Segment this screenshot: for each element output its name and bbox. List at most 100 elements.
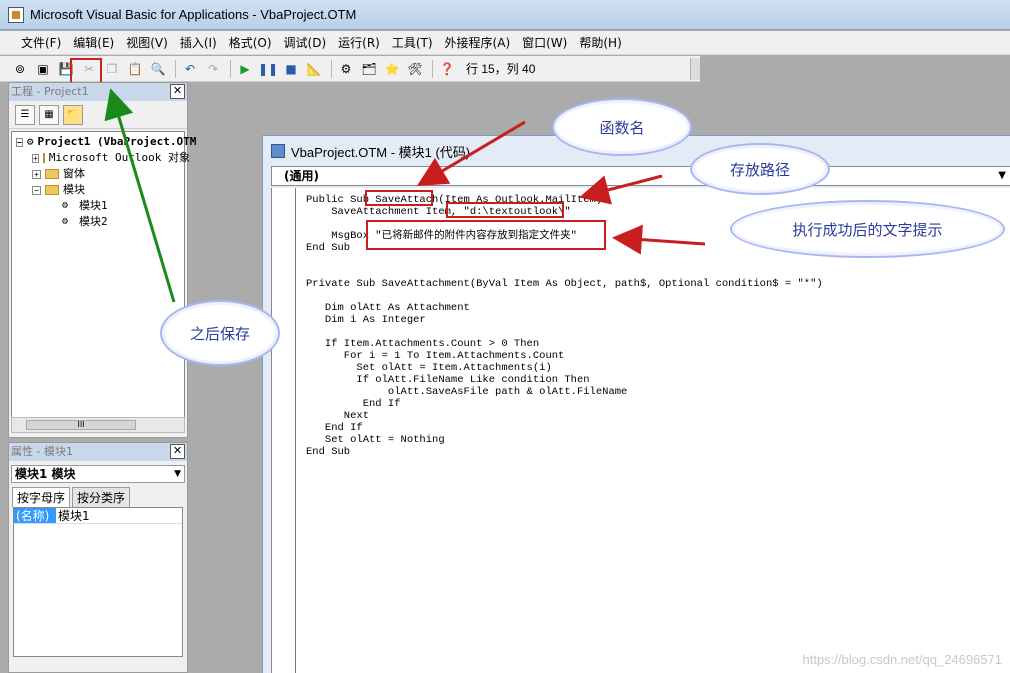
- collapse-icon[interactable]: −: [32, 185, 41, 195]
- break-icon[interactable]: ❚❚: [258, 59, 278, 79]
- callout-success-text: 执行成功后的文字提示: [730, 200, 1005, 258]
- window-title: Microsoft Visual Basic for Applications …: [30, 7, 357, 22]
- view-object-icon[interactable]: ▦: [39, 104, 59, 125]
- message-highlight: [366, 220, 606, 250]
- code-line[interactable]: Next: [306, 410, 823, 422]
- project-tree: − ⚙ Project1 (VbaProject.OTM) + Microsof…: [11, 131, 203, 419]
- toolbox-icon[interactable]: 🛠: [405, 59, 425, 79]
- object-browser-icon[interactable]: ⭐: [382, 59, 402, 79]
- code-line[interactable]: End If: [306, 398, 823, 410]
- module-icon: ⚙: [62, 200, 69, 211]
- tree-item-label: Project1 (VbaProject.OTM): [37, 135, 204, 148]
- code-line[interactable]: [306, 266, 823, 278]
- view-code-icon[interactable]: ☰: [15, 104, 35, 125]
- tab-alphabetic[interactable]: 按字母序: [12, 487, 71, 507]
- callout-function-name: 函数名: [552, 98, 692, 156]
- properties-tabs: 按字母序 按分类序: [9, 487, 187, 507]
- margin-indicator-bar[interactable]: [272, 188, 296, 673]
- menu-insert[interactable]: 插入(I): [175, 32, 222, 54]
- tab-categorized[interactable]: 按分类序: [72, 487, 131, 507]
- menu-window[interactable]: 窗口(W): [517, 32, 572, 54]
- cursor-position: 行 15，列 40: [466, 62, 536, 76]
- properties-grid: (名称) 模块1: [13, 507, 183, 657]
- code-line[interactable]: Set olAtt = Nothing: [306, 434, 823, 446]
- tree-item-label: 模块: [63, 183, 85, 196]
- callout-text: 执行成功后的文字提示: [792, 220, 943, 239]
- menu-tools[interactable]: 工具(T): [387, 32, 438, 54]
- design-mode-icon[interactable]: 📐: [304, 59, 324, 79]
- help-icon[interactable]: ❓: [437, 59, 457, 79]
- close-icon[interactable]: ✕: [170, 444, 185, 459]
- tree-item-project[interactable]: − ⚙ Project1 (VbaProject.OTM): [12, 134, 203, 150]
- find-icon[interactable]: 🔍: [148, 59, 168, 79]
- tree-item-label: 模块1: [79, 199, 108, 212]
- undo-icon[interactable]: ↶: [180, 59, 200, 79]
- code-line[interactable]: [306, 254, 823, 266]
- project-horizontal-scrollbar[interactable]: III: [11, 417, 185, 433]
- menu-edit[interactable]: 编辑(E): [68, 32, 119, 54]
- tree-item-label: 模块2: [79, 215, 108, 228]
- expand-icon[interactable]: +: [32, 153, 39, 163]
- menu-addins[interactable]: 外接程序(A): [440, 32, 516, 54]
- code-line[interactable]: olAtt.SaveAsFile path & olAtt.FileName: [306, 386, 823, 398]
- callout-text: 之后保存: [189, 324, 250, 343]
- tree-item-label: 窗体: [63, 167, 85, 180]
- tree-item-module2[interactable]: ⚙ 模块2: [12, 214, 184, 230]
- menu-format[interactable]: 格式(O): [224, 32, 277, 54]
- tree-item-module1[interactable]: ⚙ 模块1: [12, 198, 184, 214]
- properties-panel-title-text: 属性 - 模块1: [11, 445, 73, 458]
- project-panel-title: 工程 - Project1 ✕: [9, 83, 187, 101]
- callout-text: 函数名: [599, 118, 645, 137]
- callout-save-after: 之后保存: [160, 300, 280, 366]
- code-line[interactable]: Private Sub SaveAttachment(ByVal Item As…: [306, 278, 823, 290]
- tree-item-outlook-objects[interactable]: + Microsoft Outlook 对象: [12, 150, 190, 166]
- code-line[interactable]: Set olAtt = Item.Attachments(i): [306, 362, 823, 374]
- redo-icon[interactable]: ↷: [203, 59, 223, 79]
- menu-bar: 文件(F) 编辑(E) 视图(V) 插入(I) 格式(O) 调试(D) 运行(R…: [0, 31, 1010, 55]
- code-line[interactable]: [306, 290, 823, 302]
- collapse-icon[interactable]: −: [16, 137, 23, 147]
- properties-panel: 属性 - 模块1 ✕ 模块1 模块 ▼ 按字母序 按分类序 (名称) 模块1: [8, 442, 188, 673]
- properties-window-icon[interactable]: 🗂: [359, 59, 379, 79]
- scrollbar-thumb[interactable]: III: [26, 420, 136, 430]
- property-row[interactable]: (名称) 模块1: [14, 508, 182, 524]
- object-select[interactable]: 模块1 模块 ▼: [11, 465, 185, 483]
- menu-help[interactable]: 帮助(H): [574, 32, 626, 54]
- vba-editor-window: Microsoft Visual Basic for Applications …: [0, 0, 1010, 673]
- code-line[interactable]: For i = 1 To Item.Attachments.Count: [306, 350, 823, 362]
- copy-icon[interactable]: ❐: [102, 59, 122, 79]
- insert-userform-icon[interactable]: ▣: [33, 59, 53, 79]
- menu-debug[interactable]: 调试(D): [279, 32, 332, 54]
- toolbar-overflow-handle[interactable]: [690, 58, 700, 80]
- code-editor[interactable]: Public Sub SaveAttach(Item As Outlook.Ma…: [271, 188, 1010, 673]
- menu-view[interactable]: 视图(V): [121, 32, 173, 54]
- close-icon[interactable]: ✕: [170, 84, 185, 99]
- tree-item-forms[interactable]: + 窗体: [12, 166, 184, 182]
- object-dropdown[interactable]: (通用) ▼: [271, 166, 1010, 186]
- code-window-icon: [271, 144, 285, 158]
- project-tools: ☰ ▦ 📁: [9, 101, 187, 129]
- code-line[interactable]: If Item.Attachments.Count > 0 Then: [306, 338, 823, 350]
- code-line[interactable]: Dim olAtt As Attachment: [306, 302, 823, 314]
- code-line[interactable]: If olAtt.FileName Like condition Then: [306, 374, 823, 386]
- code-line[interactable]: [306, 326, 823, 338]
- callout-text: 存放路径: [729, 160, 790, 179]
- property-value[interactable]: 模块1: [56, 508, 90, 523]
- menu-file[interactable]: 文件(F): [16, 32, 66, 54]
- project-explorer-icon[interactable]: ⚙: [336, 59, 356, 79]
- chevron-down-icon: ▼: [998, 170, 1006, 181]
- toggle-folders-icon[interactable]: 📁: [63, 104, 83, 125]
- folder-icon: [45, 169, 59, 179]
- menu-run[interactable]: 运行(R): [333, 32, 385, 54]
- vba-app-icon: [8, 6, 24, 23]
- view-host-app-icon[interactable]: ⊚: [10, 59, 30, 79]
- paste-icon[interactable]: 📋: [125, 59, 145, 79]
- code-line[interactable]: End Sub: [306, 446, 823, 458]
- expand-icon[interactable]: +: [32, 169, 41, 179]
- reset-icon[interactable]: ■: [281, 59, 301, 79]
- run-icon[interactable]: ▶: [235, 59, 255, 79]
- code-line[interactable]: Dim i As Integer: [306, 314, 823, 326]
- code-window-title: VbaProject.OTM - 模块1 (代码): [291, 144, 471, 160]
- tree-item-modules[interactable]: − 模块: [12, 182, 184, 198]
- code-line[interactable]: End If: [306, 422, 823, 434]
